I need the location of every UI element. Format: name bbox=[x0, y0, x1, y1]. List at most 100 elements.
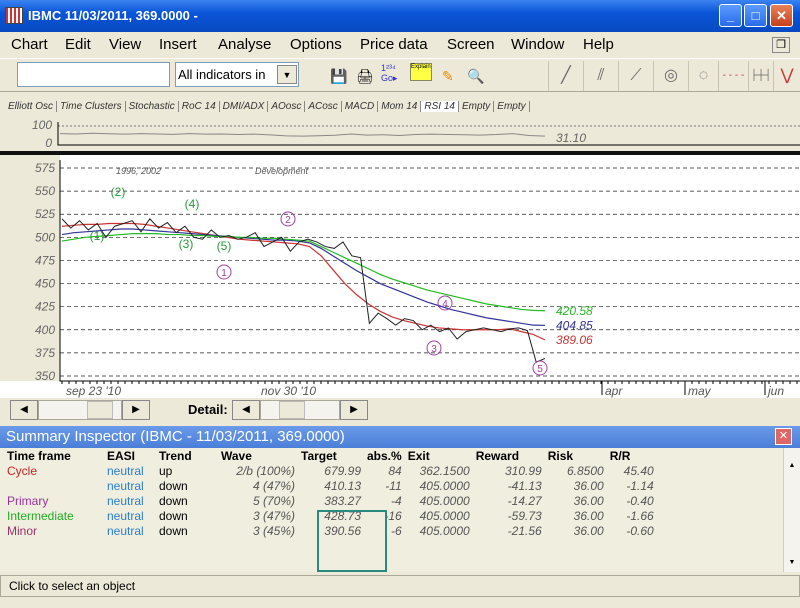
risk: 36.00 bbox=[573, 478, 604, 493]
risk: 36.00 bbox=[573, 523, 604, 538]
menu-edit[interactable]: Edit bbox=[65, 36, 91, 53]
trend: up bbox=[159, 463, 173, 478]
tab-time-clusters[interactable]: Time Clusters bbox=[57, 101, 126, 112]
maximize-button[interactable]: □ bbox=[744, 4, 767, 27]
menu-insert[interactable]: Insert bbox=[159, 36, 197, 53]
minor-wave-label: (1) bbox=[90, 229, 105, 243]
price-line bbox=[61, 218, 546, 363]
menu-screen[interactable]: Screen bbox=[447, 36, 495, 53]
wave-count-go-icon[interactable]: 1²³⁴ Go▸ bbox=[381, 63, 398, 84]
explain-icon[interactable]: Explain bbox=[410, 63, 432, 81]
arc-tool[interactable]: ◌ bbox=[688, 61, 718, 91]
time-frame: Cycle bbox=[7, 463, 38, 478]
preview-icon[interactable]: 🔍 bbox=[467, 68, 484, 85]
column-header: Risk bbox=[547, 448, 574, 463]
time-frame: Intermediate bbox=[7, 508, 74, 523]
print-icon[interactable]: 🖨 bbox=[356, 68, 374, 85]
parallel-lines-tool[interactable]: ⫽ bbox=[583, 61, 618, 91]
menu-options[interactable]: Options bbox=[290, 36, 342, 53]
abs: -4 bbox=[391, 493, 402, 508]
rsi-pane: 100 0 31.10 bbox=[32, 118, 800, 150]
tab-stochastic[interactable]: Stochastic bbox=[125, 101, 179, 112]
detail-scrollbar[interactable] bbox=[260, 400, 340, 420]
table-row[interactable]: Primary neutral down 5 (70%) 383.27 -4 405.000… bbox=[4, 493, 657, 508]
x-tick-label: jun bbox=[766, 384, 784, 398]
price-chart[interactable]: 575550525500475450425400375350sep 23 '10… bbox=[0, 155, 800, 398]
minor-wave-label: (3) bbox=[179, 237, 194, 251]
inspector-table-area: Time frame EASI Trend Wave Target abs.% Exit Re… bbox=[0, 448, 783, 572]
menu-analyse[interactable]: Analyse bbox=[218, 36, 271, 53]
time-frame: Minor bbox=[7, 523, 38, 538]
restore-child-icon[interactable]: ❐ bbox=[772, 37, 790, 53]
toolbar: All indicators in ▼ 💾 🖨 1²³⁴ Go▸ Explain ✎… bbox=[0, 58, 800, 92]
easi: neutral bbox=[107, 463, 144, 478]
tab-elliott-osc[interactable]: Elliott Osc bbox=[5, 101, 58, 112]
fan-tool[interactable]: ⟋ bbox=[618, 61, 653, 91]
inspector-scrollbar[interactable]: ▲ ▼ bbox=[783, 448, 800, 572]
horizontal-line-tool[interactable]: - - - - bbox=[718, 61, 748, 91]
table-row[interactable]: neutral down 4 (47%) 410.13 -11 405.0000 -41.1… bbox=[4, 478, 657, 493]
primary-wave-label: 2 bbox=[285, 215, 291, 226]
y-tick-label: 400 bbox=[35, 323, 55, 337]
minimize-button[interactable]: _ bbox=[719, 4, 742, 27]
detail-right-button[interactable]: ▶ bbox=[340, 400, 368, 420]
line-tool[interactable]: ╱ bbox=[548, 61, 583, 91]
tab-acosc[interactable]: ACosc bbox=[305, 101, 342, 112]
time-scrollbar[interactable] bbox=[38, 400, 122, 420]
close-button[interactable]: ✕ bbox=[770, 4, 793, 27]
channel-tool[interactable]: ⋁ bbox=[773, 61, 800, 91]
detail-left-button[interactable]: ◀ bbox=[232, 400, 260, 420]
tab-roc-14[interactable]: RoC 14 bbox=[178, 101, 220, 112]
inspector-title-bar: Summary Inspector (IBMC - 11/03/2011, 36… bbox=[0, 426, 800, 448]
y-tick-label: 475 bbox=[35, 253, 55, 267]
scroll-left-button[interactable]: ◀ bbox=[10, 400, 38, 420]
tab-macd[interactable]: MACD bbox=[341, 101, 379, 112]
primary-wave-label: 5 bbox=[537, 364, 543, 375]
circle-tool[interactable]: ◎ bbox=[653, 61, 688, 91]
y-tick-label: 500 bbox=[35, 230, 55, 244]
scroll-right-button[interactable]: ▶ bbox=[122, 400, 150, 420]
save-icon[interactable]: 💾 bbox=[330, 68, 347, 85]
chevron-down-icon[interactable]: ▼ bbox=[277, 65, 297, 84]
window-title: IBMC 11/03/2011, 369.0000 - bbox=[28, 8, 198, 23]
target-highlight-box bbox=[317, 510, 387, 572]
rsi-tick-0: 0 bbox=[45, 136, 52, 150]
indicator-tabs: Elliott Osc Time Clusters Stochastic RoC 14… bbox=[5, 97, 530, 117]
menu-view[interactable]: View bbox=[109, 36, 141, 53]
trend: down bbox=[159, 493, 188, 508]
menu-window[interactable]: Window bbox=[511, 36, 564, 53]
x-tick-label: may bbox=[688, 384, 712, 398]
tab-rsi-14[interactable]: RSI 14 bbox=[421, 101, 459, 112]
menu-help[interactable]: Help bbox=[583, 36, 614, 53]
time-frame: Primary bbox=[7, 493, 49, 508]
menu-price-data[interactable]: Price data bbox=[360, 36, 428, 53]
x-tick-label: apr bbox=[605, 384, 623, 398]
marker-icon[interactable]: ✎ bbox=[442, 68, 454, 85]
reward: -21.56 bbox=[507, 523, 542, 538]
exit: 362.1500 bbox=[419, 463, 470, 478]
tab-dmi-adx[interactable]: DMI/ADX bbox=[219, 101, 269, 112]
moving-average-value: 420.58 bbox=[556, 304, 593, 318]
wave: 4 (47%) bbox=[252, 478, 295, 493]
title-bar: IBMC 11/03/2011, 369.0000 - _ □ ✕ bbox=[0, 0, 800, 32]
tab-empty[interactable]: Empty bbox=[458, 101, 495, 112]
y-tick-label: 425 bbox=[35, 300, 55, 314]
indicator-select[interactable]: All indicators in ▼ bbox=[175, 62, 299, 87]
inspector-close-button[interactable]: ✕ bbox=[775, 428, 792, 445]
tab-aoosc[interactable]: AOosc bbox=[268, 101, 306, 112]
column-header: Exit bbox=[407, 448, 430, 463]
symbol-input[interactable] bbox=[17, 62, 170, 87]
measure-tool[interactable]: ├┼┤ bbox=[748, 61, 773, 91]
column-header: R/R bbox=[609, 448, 631, 463]
menu-chart[interactable]: Chart bbox=[11, 36, 48, 53]
detail-thumb[interactable] bbox=[279, 401, 305, 419]
tab-empty[interactable]: Empty bbox=[494, 101, 530, 112]
y-tick-label: 350 bbox=[35, 369, 55, 383]
primary-wave-label: 1 bbox=[221, 268, 227, 279]
risk: 36.00 bbox=[573, 493, 604, 508]
tab-mom-14[interactable]: Mom 14 bbox=[378, 101, 422, 112]
primary-wave-label: 3 bbox=[431, 344, 437, 355]
rsi-line bbox=[59, 132, 546, 137]
table-row[interactable]: Cycle neutral up 2/b (100%) 679.99 84 362.1500… bbox=[4, 463, 657, 478]
scroll-thumb[interactable] bbox=[87, 401, 113, 419]
